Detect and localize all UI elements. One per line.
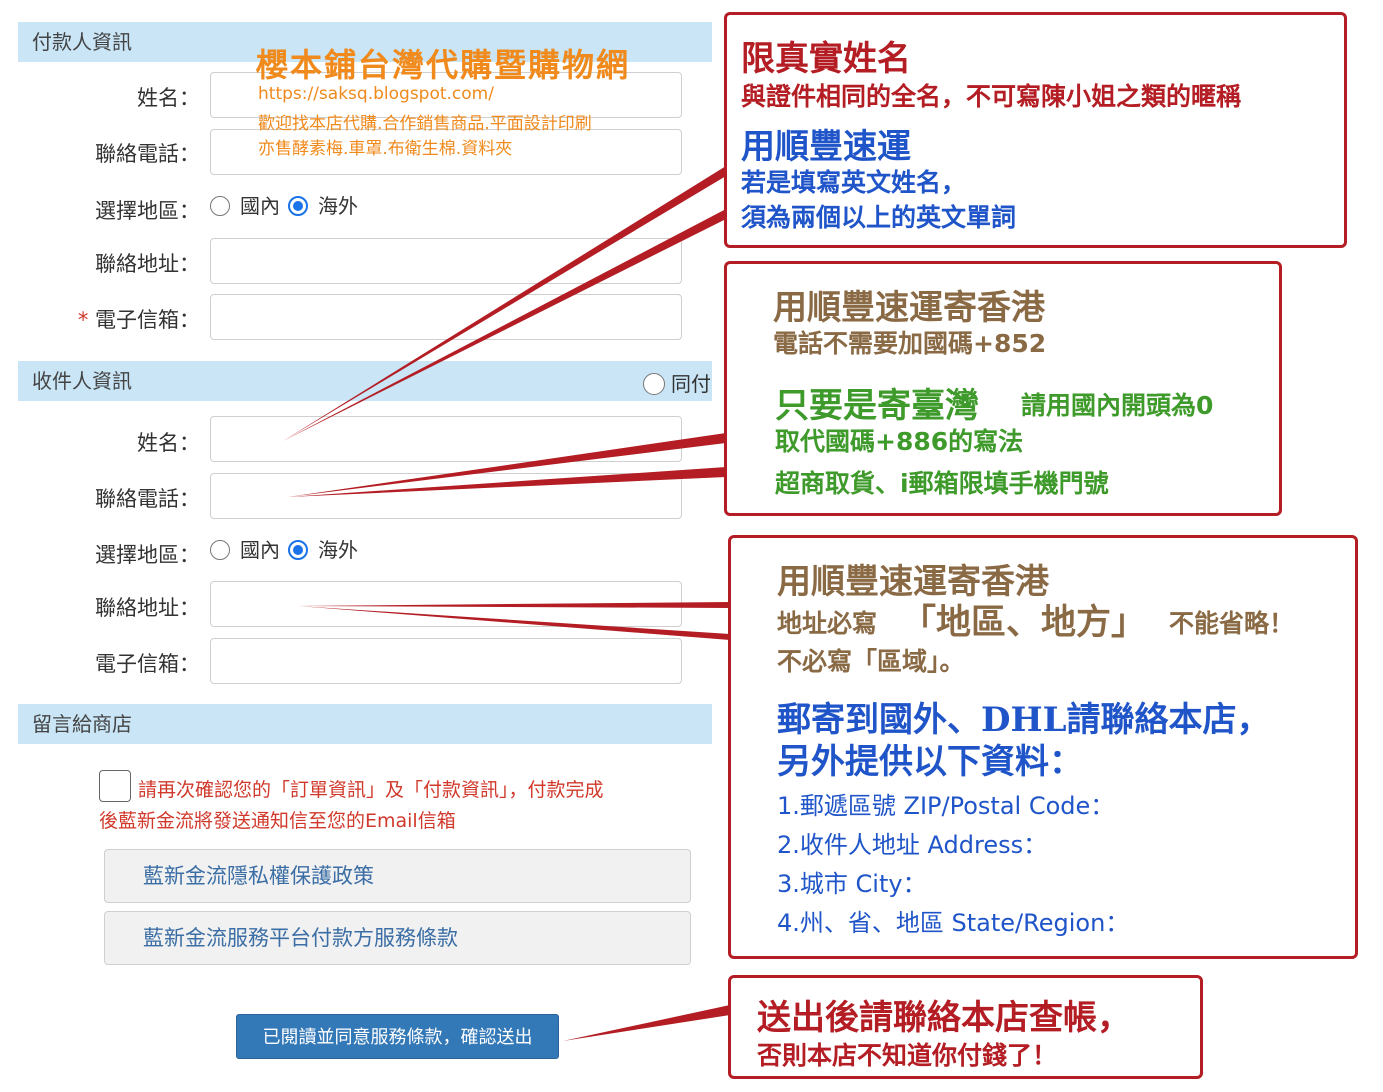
note3-addr-post: 不能省略！ xyxy=(1169,609,1295,638)
note3-item1: 1.郵遞區號 ZIP/Postal Code： xyxy=(777,792,1115,820)
note1-sf-line1: 若是填寫英文姓名， xyxy=(741,168,967,197)
note2-title: 用順豐速運寄香港 xyxy=(773,288,1045,328)
note-submit-reminder: 送出後請聯絡本店查帳， 否則本店不知道你付錢了！ xyxy=(728,975,1203,1079)
note3-item4: 4.州、省、地區 State/Region： xyxy=(777,909,1130,937)
arrow-name-b xyxy=(283,209,726,441)
arrow-submit xyxy=(563,1005,730,1041)
note2-tw-title: 只要是寄臺灣 xyxy=(775,386,979,426)
note-address-rules: 用順豐速運寄香港 地址必寫 「地區、地方」 不能省略！ 不必寫「區域」。 郵寄到… xyxy=(728,535,1358,959)
note3-item3: 3.城市 City： xyxy=(777,870,927,898)
note3-addr-line2: 不必寫「區域」。 xyxy=(777,647,965,676)
note2-tw-rest: 請用國內開頭為0 xyxy=(1021,391,1214,420)
note-phone-rules: 用順豐速運寄香港 電話不需要加國碼+852 只要是寄臺灣 請用國內開頭為0 取代… xyxy=(724,261,1282,516)
note2-tw-line2: 取代國碼+886的寫法 xyxy=(775,427,1024,456)
note1-sf-title: 用順豐速運 xyxy=(741,127,911,167)
note3-addr-big: 「地區、地方」 xyxy=(901,603,1147,643)
note3-item2: 2.收件人地址 Address： xyxy=(777,831,1048,859)
note3-addr-pre: 地址必寫 xyxy=(777,609,878,638)
note1-sf-line2: 須為兩個以上的英文單詞 xyxy=(741,203,1017,232)
note3-intl-line2: 另外提供以下資料： xyxy=(777,742,1083,782)
note4-line2: 否則本店不知道你付錢了！ xyxy=(757,1041,1058,1070)
note4-line1: 送出後請聯絡本店查帳， xyxy=(757,998,1131,1038)
arrow-address-a xyxy=(298,602,730,608)
arrow-address-b xyxy=(298,606,730,640)
note-name-rules: 限真實姓名 與證件相同的全名，不可寫陳小姐之類的暱稱 用順豐速運 若是填寫英文姓… xyxy=(724,12,1347,248)
note2-sub: 電話不需要加國碼+852 xyxy=(773,329,1047,358)
note2-tw-line3: 超商取貨、i郵箱限填手機門號 xyxy=(775,469,1109,498)
arrow-name-a xyxy=(283,166,726,441)
note1-sub: 與證件相同的全名，不可寫陳小姐之類的暱稱 xyxy=(741,82,1242,111)
arrow-phone-a xyxy=(288,433,726,497)
note1-title: 限真實姓名 xyxy=(741,39,911,79)
arrow-phone-b xyxy=(288,467,726,497)
